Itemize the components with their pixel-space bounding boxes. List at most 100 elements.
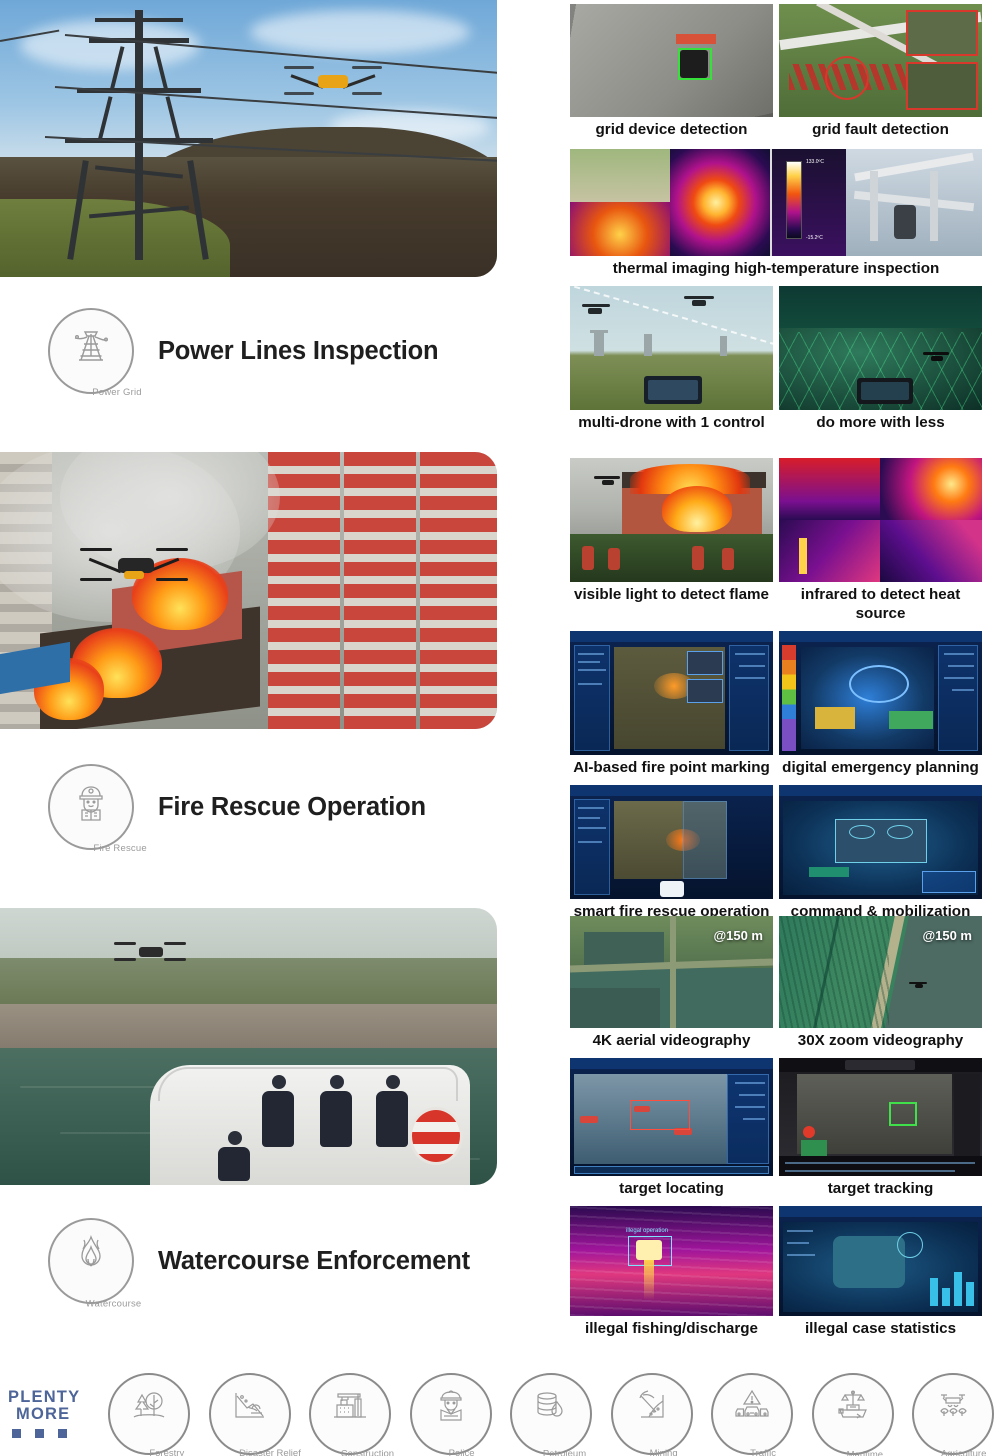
badge-caption-arc: Fire Rescue <box>93 843 147 855</box>
industry-chip-mining[interactable]: Mining <box>610 1372 693 1456</box>
do-more-with-less-photo[interactable] <box>779 286 982 410</box>
inspection-drone <box>284 62 382 102</box>
infrared-heat-photo[interactable] <box>779 458 982 582</box>
chip-caption-arc: Agriculture <box>940 1447 987 1456</box>
hero-photo-watercourse <box>0 908 497 1185</box>
thumb-row: target locating target tracking <box>570 1058 982 1204</box>
thumb-cell[interactable]: @150 m 4K aerial videography <box>570 916 773 1056</box>
thumb-row: @150 m 4K aerial videography @150 m 30X … <box>570 916 982 1056</box>
thumb-cell[interactable]: illegal case statistics <box>779 1206 982 1344</box>
thumb-row: AI-based fire point marking digital emer… <box>570 631 982 783</box>
thumb-cell[interactable]: target locating <box>570 1058 773 1204</box>
smart-rescue-ui[interactable] <box>570 785 773 899</box>
grid-fault-photo[interactable] <box>779 4 982 117</box>
thumb-cell[interactable]: do more with less <box>779 286 982 438</box>
section-title-power: Power Grid Power Lines Inspection <box>0 296 439 406</box>
officer <box>218 1131 252 1181</box>
digital-emergency-ui[interactable] <box>779 631 982 755</box>
thumb-group-fire: visible light to detect flame infrared t… <box>570 458 982 927</box>
thumb-caption: AI-based fire point marking <box>573 759 770 776</box>
thumb-row: illegal operation illegal fishing/discha… <box>570 1206 982 1344</box>
power-grid-badge: Power Grid <box>48 308 142 399</box>
thumb-cell[interactable]: target tracking <box>779 1058 982 1204</box>
ai-fire-point-ui[interactable] <box>570 631 773 755</box>
badge-caption-arc: Watercourse <box>85 1298 142 1310</box>
watercourse-badge: Watercourse <box>48 1218 142 1310</box>
logo-line-2: MORE <box>16 1405 71 1423</box>
thumb-cell[interactable]: illegal operation illegal fishing/discha… <box>570 1206 773 1344</box>
thumb-caption: thermal imaging high-temperature inspect… <box>612 260 940 277</box>
thumb-caption: illegal fishing/discharge <box>584 1320 758 1337</box>
thumb-cell[interactable]: multi-drone with 1 control <box>570 286 773 438</box>
thumb-caption: visible light to detect flame <box>574 586 769 603</box>
industry-chip-police[interactable]: Police <box>409 1372 492 1456</box>
section-heading: Fire Rescue Operation <box>158 792 426 821</box>
boat-railing <box>158 1067 458 1101</box>
section-title-fire: Fire Rescue Fire Rescue Operation <box>0 752 426 862</box>
fire-drone <box>80 544 188 588</box>
thumb-caption: do more with less <box>816 414 945 431</box>
industry-chip-petroleum[interactable]: Petroleum <box>510 1372 592 1456</box>
thumb-cell[interactable]: grid device detection <box>570 4 773 145</box>
illegal-fishing-thermal[interactable]: illegal operation <box>570 1206 773 1316</box>
command-mobilization-ui[interactable] <box>779 785 982 899</box>
thumb-caption: target locating <box>619 1180 724 1197</box>
thumb-caption: 30X zoom videography <box>797 1032 964 1049</box>
target-locating-ui[interactable] <box>570 1058 773 1176</box>
life-buoy <box>409 1107 463 1165</box>
fire-rescue-badge: Fire Rescue <box>48 764 147 855</box>
target-tracking-ui[interactable] <box>779 1058 982 1176</box>
visible-flame-photo[interactable] <box>570 458 773 582</box>
thumb-cell[interactable]: digital emergency planning <box>779 631 982 783</box>
industry-chip-agriculture[interactable]: Agriculture <box>912 1372 994 1456</box>
thumb-row: multi-drone with 1 control do more with … <box>570 286 982 438</box>
thumb-cell[interactable]: visible light to detect flame <box>570 458 773 629</box>
section-heading: Watercourse Enforcement <box>158 1246 470 1275</box>
thumb-cell[interactable]: AI-based fire point marking <box>570 631 773 783</box>
hero-photo-fire-rescue <box>0 452 497 729</box>
officer <box>376 1075 410 1147</box>
transmission-tower <box>55 10 225 260</box>
thumb-row: visible light to detect flame infrared t… <box>570 458 982 629</box>
hero-photo-power-lines <box>0 0 497 277</box>
grid-device-photo[interactable] <box>570 4 773 117</box>
industries-strip: PLENTY MORE Forestry Disaster Relief Con… <box>0 1371 1000 1456</box>
thumb-cell[interactable]: infrared to detect heat source <box>779 458 982 629</box>
chip-caption-arc: Maritime <box>846 1448 884 1456</box>
industry-chip-maritime[interactable]: Maritime <box>811 1372 894 1456</box>
section-heading: Power Lines Inspection <box>158 336 439 365</box>
thumb-caption: illegal case statistics <box>804 1320 957 1337</box>
section-title-watercourse: Watercourse Watercourse Enforcement <box>0 1206 470 1316</box>
logo-line-1: PLENTY <box>8 1387 81 1406</box>
thumb-cell[interactable]: command & mobilization <box>779 785 982 927</box>
officer <box>320 1075 354 1147</box>
industry-chip-traffic[interactable]: Traffic <box>711 1372 793 1456</box>
thumb-caption: multi-drone with 1 control <box>578 414 765 431</box>
aerial-4k-photo[interactable]: @150 m <box>570 916 773 1028</box>
zoom-30x-photo[interactable]: @150 m <box>779 916 982 1028</box>
thumb-row: grid device detection grid fault detecti… <box>570 4 982 145</box>
brochure-page: Power Grid Power Lines Inspection Fire R… <box>0 0 1000 1456</box>
cloud <box>250 10 470 54</box>
chip-caption-arc: Disaster Relief <box>239 1447 301 1456</box>
thumb-cell[interactable]: grid fault detection <box>779 4 982 145</box>
thumb-caption: target tracking <box>827 1180 934 1197</box>
thermal-imaging-photo[interactable]: 133.0ºC -15.2ºC <box>570 149 982 256</box>
multi-drone-photo[interactable] <box>570 286 773 410</box>
thumb-caption: grid fault detection <box>812 121 949 138</box>
chip-caption-arc: Petroleum <box>542 1448 587 1456</box>
industry-chip-disaster-relief[interactable]: Disaster Relief <box>208 1372 301 1456</box>
thumb-cell[interactable]: smart fire rescue operation <box>570 785 773 927</box>
chip-caption-arc: Mining <box>649 1447 678 1456</box>
chip-caption-arc: Forestry <box>149 1447 185 1456</box>
illegal-case-statistics-ui[interactable] <box>779 1206 982 1316</box>
thumb-cell[interactable]: 133.0ºC -15.2ºC thermal imaging high-tem… <box>570 149 982 284</box>
thumb-caption: digital emergency planning <box>782 759 979 776</box>
thumb-caption: grid device detection <box>595 121 748 138</box>
industry-chip-construction[interactable]: Construction <box>309 1372 394 1456</box>
apartment-tower <box>344 452 416 729</box>
thumb-cell[interactable]: @150 m 30X zoom videography <box>779 916 982 1056</box>
altitude-badge: @150 m <box>922 928 972 943</box>
badge-caption-arc: Power Grid <box>92 387 142 399</box>
industry-chip-forestry[interactable]: Forestry <box>108 1372 190 1456</box>
